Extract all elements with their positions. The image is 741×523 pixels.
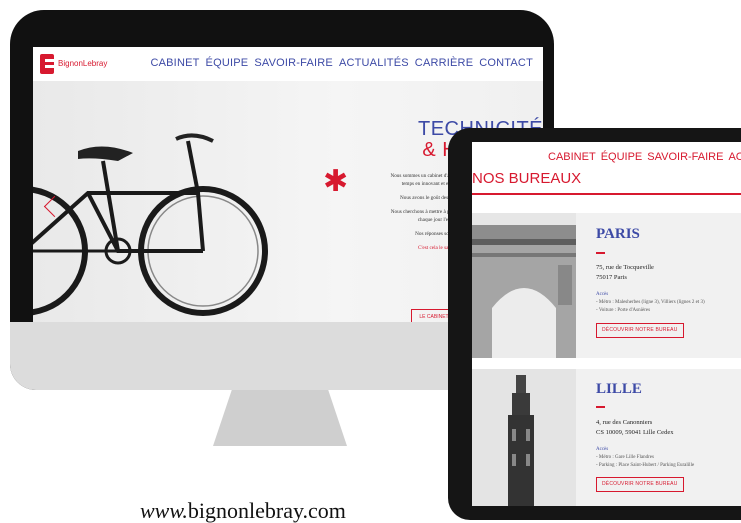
access-label: Accès	[596, 447, 609, 452]
office-access-lille: Accès - Métro : Gare Lille Flandres - Pa…	[596, 446, 694, 470]
url-domain: bignonlebray.com	[187, 498, 346, 523]
url-prefix: www.	[140, 498, 188, 523]
brand-name: BignonLebray	[58, 59, 108, 68]
discover-lille-button[interactable]: DÉCOUVRIR NOTRE BUREAU	[596, 477, 684, 492]
office-card-lille: LILLE 4, rue des Canonniers CS 10009, 59…	[472, 369, 741, 506]
nav-item-actualites[interactable]: ACTUALITÉS	[339, 57, 409, 69]
monitor-stand	[213, 390, 347, 446]
tab-nav-actu[interactable]: ACTU	[728, 151, 741, 163]
office-address-lille: 4, rue des Canonniers CS 10009, 59041 Li…	[596, 418, 673, 438]
office-card-paris: PARIS 75, rue de Tocqueville 75017 Paris…	[472, 213, 741, 358]
bicycle-image	[33, 133, 268, 316]
tab-nav-savoir-faire[interactable]: SAVOIR-FAIRE	[647, 151, 723, 163]
city-underline	[596, 406, 605, 408]
access-label: Accès	[596, 292, 609, 297]
office-address-paris: 75, rue de Tocqueville 75017 Paris	[596, 263, 654, 283]
page-title: NOS BUREAUX	[472, 170, 582, 187]
address-line: CS 10009, 59041 Lille Cedex	[596, 428, 674, 436]
nav-item-carriere[interactable]: CARRIÈRE	[415, 57, 473, 69]
nav-item-cabinet[interactable]: CABINET	[150, 57, 199, 69]
address-line: 75017 Paris	[596, 273, 627, 281]
office-access-paris: Accès - Métro : Malesherbes (ligne 3), V…	[596, 291, 705, 315]
tablet-screen: CABINET ÉQUIPE SAVOIR-FAIRE ACTU NOS BUR…	[472, 142, 741, 506]
discover-paris-button[interactable]: DÉCOUVRIR NOTRE BUREAU	[596, 323, 684, 338]
desktop-header: BignonLebray CABINET ÉQUIPE SAVOIR-FAIRE…	[33, 47, 543, 81]
title-divider	[472, 193, 741, 195]
logo-icon[interactable]	[40, 54, 54, 74]
tab-nav-equipe[interactable]: ÉQUIPE	[601, 151, 643, 163]
office-city-paris: PARIS	[596, 226, 640, 242]
nav-item-equipe[interactable]: ÉQUIPE	[206, 57, 249, 69]
desktop-nav: CABINET ÉQUIPE SAVOIR-FAIRE ACTUALITÉS C…	[150, 57, 533, 69]
access-line: - Métro : Malesherbes (ligne 3), Villier…	[596, 300, 705, 305]
address-line: 75, rue de Tocqueville	[596, 264, 654, 271]
lille-belfry-image	[472, 369, 576, 506]
nav-item-contact[interactable]: CONTACT	[479, 57, 533, 69]
access-line: - Métro : Gare Lille Flandres	[596, 455, 654, 460]
tablet-device: CABINET ÉQUIPE SAVOIR-FAIRE ACTU NOS BUR…	[448, 128, 741, 520]
website-url: www.bignonlebray.com	[140, 500, 346, 522]
city-underline	[596, 252, 605, 254]
access-line: - Voiture : Porte d'Asnières	[596, 308, 651, 313]
tablet-nav: CABINET ÉQUIPE SAVOIR-FAIRE ACTU	[548, 151, 741, 163]
office-city-lille: LILLE	[596, 381, 642, 397]
tab-nav-cabinet[interactable]: CABINET	[548, 151, 596, 163]
arc-de-triomphe-image	[472, 213, 576, 358]
access-line: - Parking : Place Saint-Hubert / Parking…	[596, 463, 695, 468]
saddle	[78, 146, 133, 161]
address-line: 4, rue des Canonniers	[596, 419, 653, 426]
nav-item-savoir-faire[interactable]: SAVOIR-FAIRE	[254, 57, 333, 69]
